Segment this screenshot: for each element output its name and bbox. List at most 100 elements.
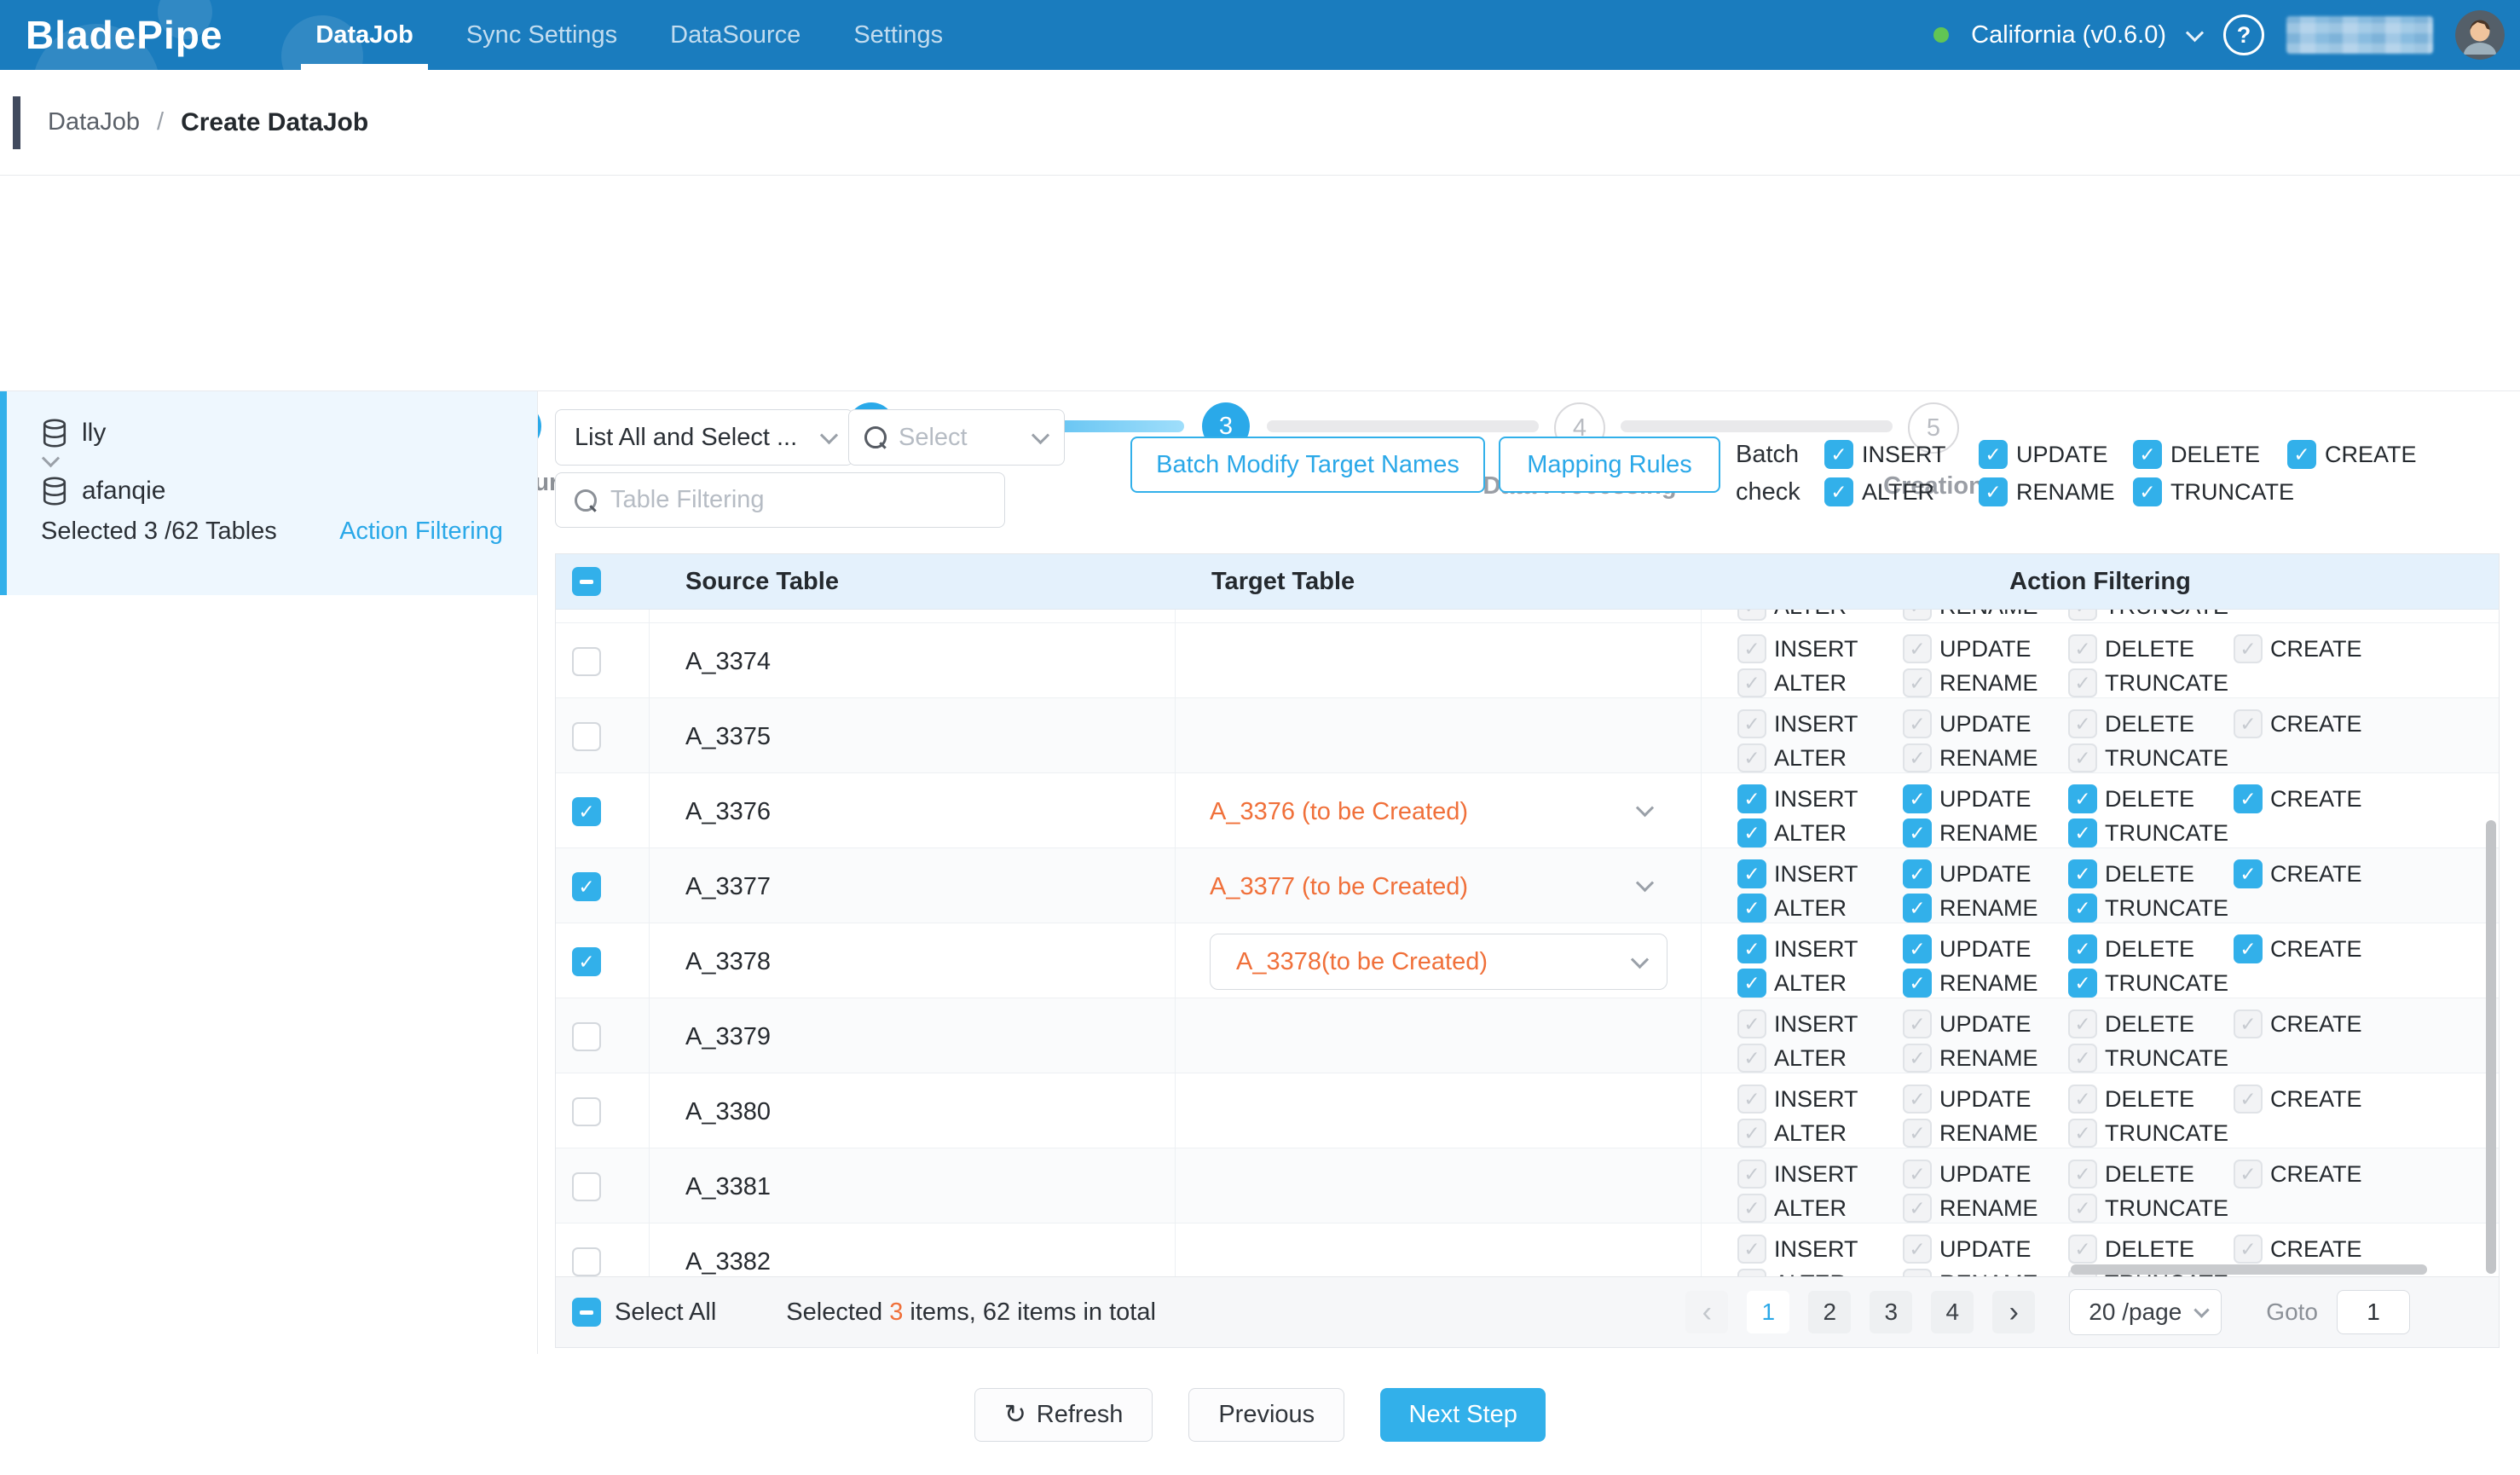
row-action-checkbox: ✓ [2068, 634, 2097, 663]
page-button-2[interactable]: 2 [1808, 1291, 1851, 1333]
nav-item-settings[interactable]: Settings [827, 0, 969, 70]
row-action-checkbox[interactable]: ✓ [1737, 818, 1766, 847]
batch-action-checkbox[interactable]: ✓ [2133, 440, 2162, 469]
action-label: ALTER [1774, 670, 1847, 697]
target-table-name[interactable]: A_3377 (to be Created) [1210, 873, 1468, 901]
row-action-checkbox[interactable]: ✓ [1903, 859, 1932, 888]
chevron-down-icon[interactable] [1636, 799, 1654, 817]
row-action-checkbox[interactable]: ✓ [1737, 894, 1766, 923]
row-select-checkbox[interactable] [572, 1172, 601, 1201]
row-action-checkbox[interactable]: ✓ [2068, 859, 2097, 888]
mapping-rules-button[interactable]: Mapping Rules [1499, 437, 1720, 493]
row-action-checkbox[interactable]: ✓ [1903, 969, 1932, 998]
action-label: DELETE [2105, 936, 2194, 963]
batch-action-checkbox[interactable]: ✓ [1824, 477, 1853, 506]
nav-item-datasource[interactable]: DataSource [644, 0, 827, 70]
row-action-checkbox[interactable]: ✓ [2068, 818, 2097, 847]
app-logo[interactable]: BladePipe [26, 12, 223, 58]
batch-modify-target-names-button[interactable]: Batch Modify Target Names [1130, 437, 1485, 493]
target-table-select[interactable]: A_3378(to be Created) [1210, 934, 1667, 990]
row-action-checkbox[interactable]: ✓ [2234, 934, 2263, 963]
next-step-button[interactable]: Next Step [1380, 1388, 1546, 1442]
row-action-checkbox[interactable]: ✓ [1737, 934, 1766, 963]
target-table-name[interactable]: A_3376 (to be Created) [1210, 798, 1468, 826]
row-action-checkbox: ✓ [2068, 1044, 2097, 1073]
row-action-checkbox[interactable]: ✓ [2068, 934, 2097, 963]
row-select-checkbox[interactable] [572, 1247, 601, 1276]
horizontal-scrollbar[interactable] [2071, 1264, 2427, 1275]
chevron-down-icon[interactable] [2186, 24, 2204, 42]
goto-page-input[interactable] [2337, 1290, 2410, 1334]
action-label: DELETE [2105, 786, 2194, 813]
row-action-checkbox[interactable]: ✓ [2234, 784, 2263, 813]
page-button-1[interactable]: 1 [1747, 1291, 1789, 1333]
row-action-checkbox: ✓ [1903, 1194, 1932, 1223]
row-action-checkbox[interactable]: ✓ [1903, 818, 1932, 847]
row-action-checkbox[interactable]: ✓ [2234, 859, 2263, 888]
row-action-alter: ✓ALTER [1737, 1119, 1903, 1148]
breadcrumb-parent[interactable]: DataJob [48, 108, 140, 136]
row-select-checkbox[interactable] [572, 647, 601, 676]
selection-count-text: Selected 3 items, 62 items in total [786, 1299, 1156, 1327]
row-action-checkbox[interactable]: ✓ [1737, 784, 1766, 813]
nav-item-datajob[interactable]: DataJob [289, 0, 439, 70]
row-action-truncate: ✓TRUNCATE [2068, 818, 2234, 847]
region-version-select[interactable]: California (v0.6.0) [1971, 21, 2166, 49]
row-action-update: ✓UPDATE [1903, 784, 2068, 813]
list-mode-select[interactable]: List All and Select ... [555, 409, 853, 466]
row-action-checkbox[interactable]: ✓ [1903, 784, 1932, 813]
row-action-checkbox[interactable]: ✓ [1903, 894, 1932, 923]
nav-item-sync-settings[interactable]: Sync Settings [440, 0, 644, 70]
row-action-checkbox: ✓ [2068, 709, 2097, 738]
select-all-checkbox[interactable] [572, 1298, 601, 1327]
online-status-icon [1933, 27, 1949, 43]
row-select-checkbox[interactable]: ✓ [572, 872, 601, 901]
row-select-checkbox[interactable]: ✓ [572, 797, 601, 826]
select-all-header-checkbox[interactable] [572, 567, 601, 596]
table-row: A_3380✓INSERT✓UPDATE✓DELETE✓CREATE✓ALTER… [556, 1073, 2499, 1148]
table-row: A_3379✓INSERT✓UPDATE✓DELETE✓CREATE✓ALTER… [556, 998, 2499, 1073]
refresh-button[interactable]: ↻ Refresh [974, 1388, 1153, 1442]
row-select-checkbox[interactable] [572, 1097, 601, 1126]
table-filter-input[interactable]: Table Filtering [555, 472, 1005, 528]
chevron-down-icon[interactable] [1636, 874, 1654, 892]
row-select-checkbox[interactable] [572, 1022, 601, 1051]
search-icon [575, 489, 597, 512]
row-action-checkbox[interactable]: ✓ [2068, 784, 2097, 813]
page-button-3[interactable]: 3 [1870, 1291, 1912, 1333]
previous-button[interactable]: Previous [1188, 1388, 1344, 1442]
avatar[interactable] [2455, 10, 2505, 60]
row-action-insert: ✓INSERT [1737, 634, 1903, 663]
row-action-create: ✓CREATE [2234, 859, 2399, 888]
quick-select[interactable]: Select [848, 409, 1065, 466]
batch-action-checkbox[interactable]: ✓ [2133, 477, 2162, 506]
row-select-checkbox[interactable]: ✓ [572, 947, 601, 976]
help-icon[interactable]: ? [2223, 14, 2264, 55]
row-action-checkbox[interactable]: ✓ [1737, 969, 1766, 998]
source-table-cell: A_3379 [650, 998, 1176, 1075]
page-size-select[interactable]: 20 /page [2069, 1289, 2222, 1335]
batch-action-checkbox[interactable]: ✓ [1824, 440, 1853, 469]
row-action-checkbox: ✓ [2068, 1085, 2097, 1113]
vertical-scrollbar[interactable] [2486, 820, 2496, 1274]
next-page-button[interactable]: › [1992, 1291, 2035, 1333]
batch-action-checkbox[interactable]: ✓ [1979, 477, 2008, 506]
batch-action-checkbox[interactable]: ✓ [2287, 440, 2316, 469]
row-action-insert: ✓INSERT [1737, 934, 1903, 963]
row-action-checkbox[interactable]: ✓ [2068, 894, 2097, 923]
row-select-checkbox[interactable] [572, 722, 601, 751]
datasource-pair-item[interactable]: lly afanqie Selected 3 /62 Tables Acti [0, 391, 537, 595]
batch-action-checkbox[interactable]: ✓ [1979, 440, 2008, 469]
target-db-name: afanqie [82, 477, 165, 506]
prev-page-button: ‹ [1685, 1291, 1728, 1333]
action-label: CREATE [2270, 1086, 2362, 1113]
row-action-checkbox[interactable]: ✓ [2068, 969, 2097, 998]
action-filtering-link[interactable]: Action Filtering [339, 518, 503, 546]
row-action-checkbox[interactable]: ✓ [1903, 934, 1932, 963]
row-action-checkbox[interactable]: ✓ [1737, 859, 1766, 888]
row-action-checkbox: ✓ [2234, 634, 2263, 663]
content: lly afanqie Selected 3 /62 Tables Acti [0, 391, 2520, 1355]
row-action-checkbox: ✓ [2068, 1160, 2097, 1189]
page-button-4[interactable]: 4 [1931, 1291, 1974, 1333]
navbar-right: California (v0.6.0) ? [1933, 0, 2505, 70]
